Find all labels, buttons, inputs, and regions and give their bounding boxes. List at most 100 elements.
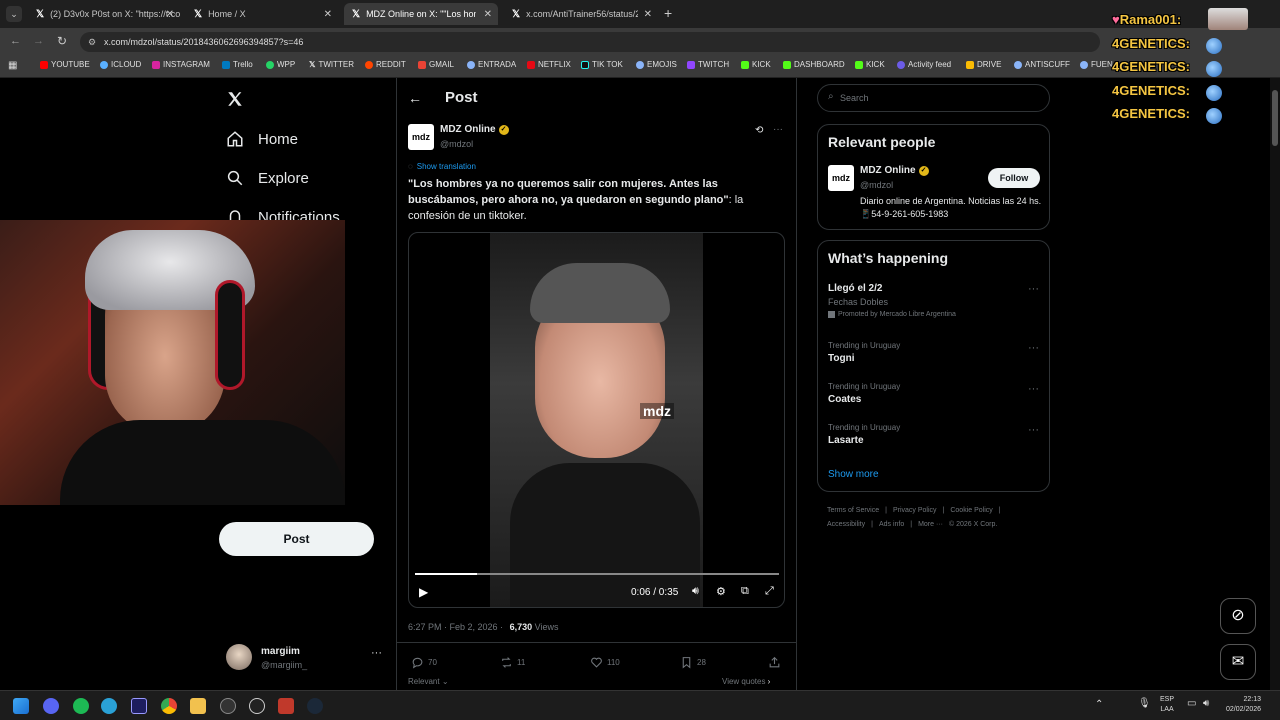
- play-icon[interactable]: ▶: [419, 585, 428, 599]
- bookmark-reddit[interactable]: REDDIT: [365, 60, 406, 69]
- obs-icon[interactable]: [249, 698, 265, 714]
- bookmark-kick[interactable]: KICK: [741, 60, 771, 69]
- apps-grid-icon[interactable]: ▦: [8, 60, 17, 71]
- bookmark-dashboard[interactable]: DASHBOARD: [783, 60, 845, 69]
- post-timestamp[interactable]: 6:27 PM · Feb 2, 2026 ·: [408, 622, 503, 632]
- new-tab-button[interactable]: +: [664, 5, 672, 21]
- volume-icon[interactable]: 🔊︎: [692, 585, 699, 598]
- site-info-icon[interactable]: ⚙: [88, 32, 96, 52]
- premiere-icon[interactable]: [131, 698, 147, 714]
- reply-button[interactable]: 70: [411, 656, 437, 669]
- bookmark-tiktok[interactable]: TIK TOK: [581, 60, 623, 69]
- close-icon[interactable]: ✕: [324, 9, 332, 20]
- app-icon[interactable]: [220, 698, 236, 714]
- author-avatar[interactable]: mdz: [408, 124, 434, 150]
- browser-tab-active[interactable]: 𝕏 MDZ Online on X: ""Los hombres ✕: [344, 3, 498, 25]
- more-icon[interactable]: ···: [371, 647, 382, 659]
- trend-item[interactable]: Trending in Uruguay Coates: [828, 382, 900, 405]
- clock[interactable]: 22:13 02/02/2026: [1226, 695, 1261, 715]
- close-icon[interactable]: ✕: [484, 9, 492, 20]
- volume-icon[interactable]: 🔊︎: [1203, 698, 1209, 709]
- chrome-icon[interactable]: [161, 698, 177, 714]
- ads-info-link[interactable]: Ads info: [879, 521, 904, 528]
- video-progress-track[interactable]: [415, 573, 779, 575]
- telegram-icon[interactable]: [101, 698, 117, 714]
- bookmark-activity-feed[interactable]: Activity feed: [897, 60, 951, 69]
- close-icon[interactable]: ✕: [644, 9, 652, 20]
- discord-icon[interactable]: [43, 698, 59, 714]
- cookie-link[interactable]: Cookie Policy: [950, 507, 992, 514]
- browser-tab[interactable]: 𝕏 (2) D3v0x P0st on X: "https://t.co ✕: [28, 3, 180, 25]
- nav-home[interactable]: Home: [226, 130, 298, 148]
- language-indicator[interactable]: ESP LAA: [1160, 695, 1174, 715]
- bookmark-youtube[interactable]: YOUTUBE: [40, 60, 90, 69]
- bookmark-antiscuff[interactable]: ANTISCUFF: [1014, 60, 1070, 69]
- bookmark-entrada[interactable]: ENTRADA: [467, 60, 516, 69]
- tab-search-button[interactable]: ⌄: [6, 6, 22, 22]
- browser-tab[interactable]: 𝕏 x.com/AntiTrainer56/status/20 ✕: [504, 3, 658, 25]
- account-switcher[interactable]: margiim @margiim_ ···: [226, 644, 386, 674]
- more-link[interactable]: More ···: [918, 521, 943, 528]
- person-name[interactable]: MDZ Online ✓: [860, 165, 929, 176]
- browser-tab[interactable]: 𝕏 Home / X ✕: [186, 3, 338, 25]
- show-translation-link[interactable]: ◌ Show translation: [408, 162, 476, 171]
- bookmark-emojis[interactable]: EMOJIS: [636, 60, 677, 69]
- grok-icon[interactable]: ⟲: [755, 125, 763, 136]
- bookmark-button[interactable]: 28: [680, 656, 706, 669]
- app-icon[interactable]: [278, 698, 294, 714]
- x-logo-icon[interactable]: [226, 90, 244, 113]
- bookmark-twitter[interactable]: 𝕏 TWITTER: [309, 60, 354, 69]
- grok-float-button[interactable]: ⊘: [1220, 598, 1256, 634]
- post-more-icon[interactable]: ···: [773, 124, 783, 135]
- more-icon[interactable]: ···: [1028, 283, 1039, 295]
- close-icon[interactable]: ✕: [166, 9, 174, 20]
- search-box[interactable]: ⌕ Search: [817, 84, 1050, 112]
- accessibility-link[interactable]: Accessibility: [827, 521, 865, 528]
- bookmark-icloud[interactable]: ICLOUD: [100, 60, 141, 69]
- post-button[interactable]: Post: [219, 522, 374, 556]
- like-button[interactable]: 110: [590, 656, 620, 669]
- repost-button[interactable]: 11: [500, 656, 525, 669]
- bookmark-fuen[interactable]: FUEN: [1080, 60, 1113, 69]
- more-icon[interactable]: ···: [1028, 383, 1039, 395]
- nav-explore[interactable]: Explore: [226, 169, 309, 187]
- bookmark-wpp[interactable]: WPP: [266, 60, 295, 69]
- network-icon[interactable]: ▭: [1187, 698, 1196, 709]
- privacy-link[interactable]: Privacy Policy: [893, 507, 937, 514]
- trend-item[interactable]: Trending in Uruguay Togni: [828, 341, 900, 364]
- reload-icon[interactable]: ↻: [57, 34, 67, 48]
- url-input[interactable]: ⚙ x.com/mdzol/status/2018436062696394857…: [80, 32, 1100, 52]
- follow-button[interactable]: Follow: [988, 168, 1040, 188]
- bookmark-trello[interactable]: Trello: [222, 60, 253, 69]
- video-player[interactable]: mdz ▶ 0:06 / 0:35 🔊︎ ⚙ ⧉ ⤢: [408, 232, 785, 608]
- bookmark-netflix[interactable]: NETFLIX: [527, 60, 571, 69]
- show-more-link[interactable]: Show more: [828, 469, 879, 480]
- forward-icon[interactable]: →: [33, 35, 44, 47]
- share-button[interactable]: [768, 656, 785, 669]
- more-icon[interactable]: ···: [1028, 424, 1039, 436]
- sort-relevant-dropdown[interactable]: Relevant ⌄: [408, 677, 449, 686]
- scrollbar-thumb[interactable]: [1272, 90, 1278, 146]
- steam-icon[interactable]: [307, 698, 323, 714]
- terms-link[interactable]: Terms of Service: [827, 507, 879, 514]
- fullscreen-icon[interactable]: ⤢: [765, 585, 774, 598]
- back-arrow-icon[interactable]: ←: [408, 90, 422, 106]
- more-icon[interactable]: ···: [1028, 342, 1039, 354]
- scrollbar[interactable]: [1270, 78, 1280, 690]
- trend-item-promoted[interactable]: Llegó el 2/2 Fechas Dobles Promoted by M…: [828, 283, 1038, 318]
- settings-icon[interactable]: ⚙: [716, 585, 726, 598]
- microphone-icon[interactable]: 🎙︎: [1138, 698, 1151, 709]
- folder-icon[interactable]: [190, 698, 206, 714]
- back-icon[interactable]: ←: [10, 35, 21, 47]
- bookmark-twitch[interactable]: TWITCH: [687, 60, 729, 69]
- windows-start-icon[interactable]: [13, 698, 29, 714]
- bookmark-instagram[interactable]: INSTAGRAM: [152, 60, 210, 69]
- spotify-icon[interactable]: [73, 698, 89, 714]
- view-quotes-link[interactable]: View quotes ›: [722, 677, 770, 686]
- bookmark-kick-2[interactable]: KICK: [855, 60, 885, 69]
- messages-float-button[interactable]: ✉: [1220, 644, 1256, 680]
- pip-icon[interactable]: ⧉: [741, 585, 749, 598]
- trend-item[interactable]: Trending in Uruguay Lasarte: [828, 423, 900, 446]
- tray-chevron-icon[interactable]: ⌃: [1095, 699, 1103, 710]
- bookmark-gmail[interactable]: GMAIL: [418, 60, 454, 69]
